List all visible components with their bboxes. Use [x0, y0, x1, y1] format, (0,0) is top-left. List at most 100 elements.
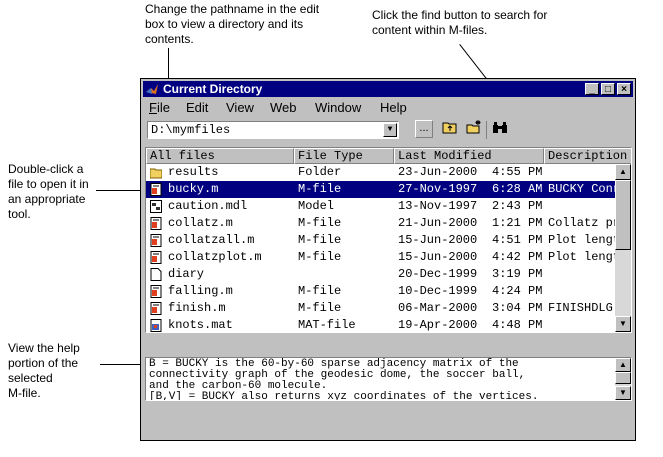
document-icon [150, 268, 162, 281]
file-name: caution.mdl [168, 199, 248, 213]
menu-file[interactable]: File [149, 99, 170, 117]
toolbar-separator [486, 121, 487, 139]
file-time: 3:04 PM [492, 301, 543, 315]
mfile-icon [150, 183, 162, 196]
path-input[interactable]: D:\mymfiles ▼ [147, 121, 399, 139]
file-name: diary [168, 267, 205, 281]
minimize-button[interactable]: _ [585, 83, 599, 95]
help-scroll-down-button[interactable]: ▼ [615, 386, 631, 400]
help-text: B = BUCKY is the 60-by-60 sparse adjacen… [149, 358, 539, 401]
new-folder-button[interactable] [465, 120, 483, 138]
list-scrollbar[interactable]: ▲ ▼ [615, 164, 631, 332]
menu-edit[interactable]: Edit [186, 99, 208, 117]
file-type: M-file [298, 216, 342, 230]
help-view[interactable]: B = BUCKY is the 60-by-60 sparse adjacen… [145, 357, 632, 401]
file-date: 10-Dec-1999 [398, 284, 478, 298]
menu-window[interactable]: Window [315, 99, 361, 117]
file-date: 15-Jun-2000 [398, 233, 478, 247]
file-time: 1:21 PM [492, 216, 543, 230]
current-directory-window: Current Directory _ □ × File Edit View W… [140, 78, 636, 441]
help-scroll-thumb[interactable] [615, 372, 631, 384]
file-list[interactable]: All files File Type Last Modified Descri… [145, 147, 632, 333]
callout-pathname: Change the pathname in the edit box to v… [145, 2, 320, 46]
file-type: M-file [298, 182, 342, 196]
folder-icon [150, 168, 162, 179]
file-row[interactable]: diary 20-Dec-1999 3:19 PM [146, 266, 616, 283]
file-name: finish.m [168, 301, 226, 315]
file-time: 4:55 PM [492, 165, 543, 179]
header-last-modified[interactable]: Last Modified [394, 148, 544, 164]
new-folder-icon [466, 120, 481, 134]
file-type: M-file [298, 301, 342, 315]
file-time: 4:51 PM [492, 233, 543, 247]
scroll-up-button[interactable]: ▲ [615, 164, 631, 180]
file-name: collatz.m [168, 216, 233, 230]
callout-help: View the help portion of the selected M-… [8, 341, 80, 400]
header-all-files[interactable]: All files [146, 148, 294, 164]
scroll-thumb[interactable] [615, 180, 631, 250]
matlab-logo-icon [146, 84, 158, 94]
file-time: 6:28 AM [492, 182, 543, 196]
mfile-icon [150, 251, 162, 264]
up-folder-button[interactable] [441, 120, 459, 138]
arrow-up-icon: ▲ [619, 167, 627, 176]
file-name: results [168, 165, 219, 179]
file-time: 2:43 PM [492, 199, 543, 213]
mfile-icon [150, 234, 162, 247]
file-date: 13-Nov-1997 [398, 199, 478, 213]
file-type: Folder [298, 165, 342, 179]
file-row[interactable]: caution.mdl Model 13-Nov-1997 2:43 PM [146, 198, 616, 215]
mfile-icon [150, 285, 162, 298]
menu-web[interactable]: Web [270, 99, 297, 117]
menu-help[interactable]: Help [380, 99, 407, 117]
arrow-down-icon: ▼ [619, 388, 627, 397]
file-name: collatzall.m [168, 233, 255, 247]
file-name: knots.mat [168, 318, 233, 332]
file-type: M-file [298, 233, 342, 247]
file-type: MAT-file [298, 318, 356, 332]
callout-find: Click the find button to search for cont… [372, 8, 548, 37]
file-row[interactable]: collatz.m M-file 21-Jun-2000 1:21 PM Collatz… [146, 215, 627, 232]
help-scroll-up-button[interactable]: ▲ [615, 358, 631, 372]
file-row[interactable]: collatzplot.m M-file 15-Jun-2000 4:42 PM Plo… [146, 249, 627, 266]
file-row[interactable]: bucky.m M-file 27-Nov-1997 6:28 AM BUCKY Con… [146, 181, 620, 198]
menu-bar: File Edit View Web Window Help [143, 99, 633, 117]
file-time: 3:19 PM [492, 267, 543, 281]
file-name: falling.m [168, 284, 233, 298]
file-type: M-file [298, 250, 342, 264]
menu-view[interactable]: View [226, 99, 254, 117]
close-button[interactable]: × [617, 83, 631, 95]
file-row[interactable]: falling.m M-file 10-Dec-1999 4:24 PM [146, 283, 616, 300]
file-date: 19-Apr-2000 [398, 318, 478, 332]
scroll-down-button[interactable]: ▼ [615, 316, 631, 332]
mat-icon [150, 319, 162, 332]
header-description[interactable]: Description [544, 148, 631, 164]
file-time: 4:42 PM [492, 250, 543, 264]
file-time: 4:24 PM [492, 284, 543, 298]
file-row[interactable]: collatzall.m M-file 15-Jun-2000 4:51 PM Plot… [146, 232, 627, 249]
file-date: 23-Jun-2000 [398, 165, 478, 179]
file-type: Model [298, 199, 335, 213]
mfile-icon [150, 217, 162, 230]
help-scrollbar[interactable]: ▲ ▼ [615, 358, 631, 400]
path-dropdown-button[interactable]: ▼ [383, 123, 397, 137]
file-row[interactable]: knots.mat MAT-file 19-Apr-2000 4:48 PM [146, 317, 616, 332]
menu-file-label: ile [156, 100, 170, 115]
file-date: 21-Jun-2000 [398, 216, 478, 230]
path-value: D:\mymfiles [151, 123, 231, 137]
mfile-icon [150, 302, 162, 315]
callout-doubleclick: Double-click a file to open it in an app… [8, 162, 89, 221]
title-bar[interactable]: Current Directory _ □ × [143, 81, 633, 97]
file-row[interactable]: results Folder 23-Jun-2000 4:55 PM [146, 164, 616, 181]
find-binoculars-icon [493, 122, 507, 133]
file-date: 15-Jun-2000 [398, 250, 478, 264]
file-name: bucky.m [168, 182, 219, 196]
maximize-button[interactable]: □ [601, 83, 615, 95]
browse-button[interactable]: ... [415, 120, 433, 138]
header-file-type[interactable]: File Type [294, 148, 394, 164]
file-type: M-file [298, 284, 342, 298]
file-row[interactable]: finish.m M-file 06-Mar-2000 3:04 PM FINISHDL… [146, 300, 616, 317]
find-button[interactable] [491, 120, 509, 138]
toolbar: D:\mymfiles ▼ ... [143, 119, 633, 141]
file-time: 4:48 PM [492, 318, 543, 332]
